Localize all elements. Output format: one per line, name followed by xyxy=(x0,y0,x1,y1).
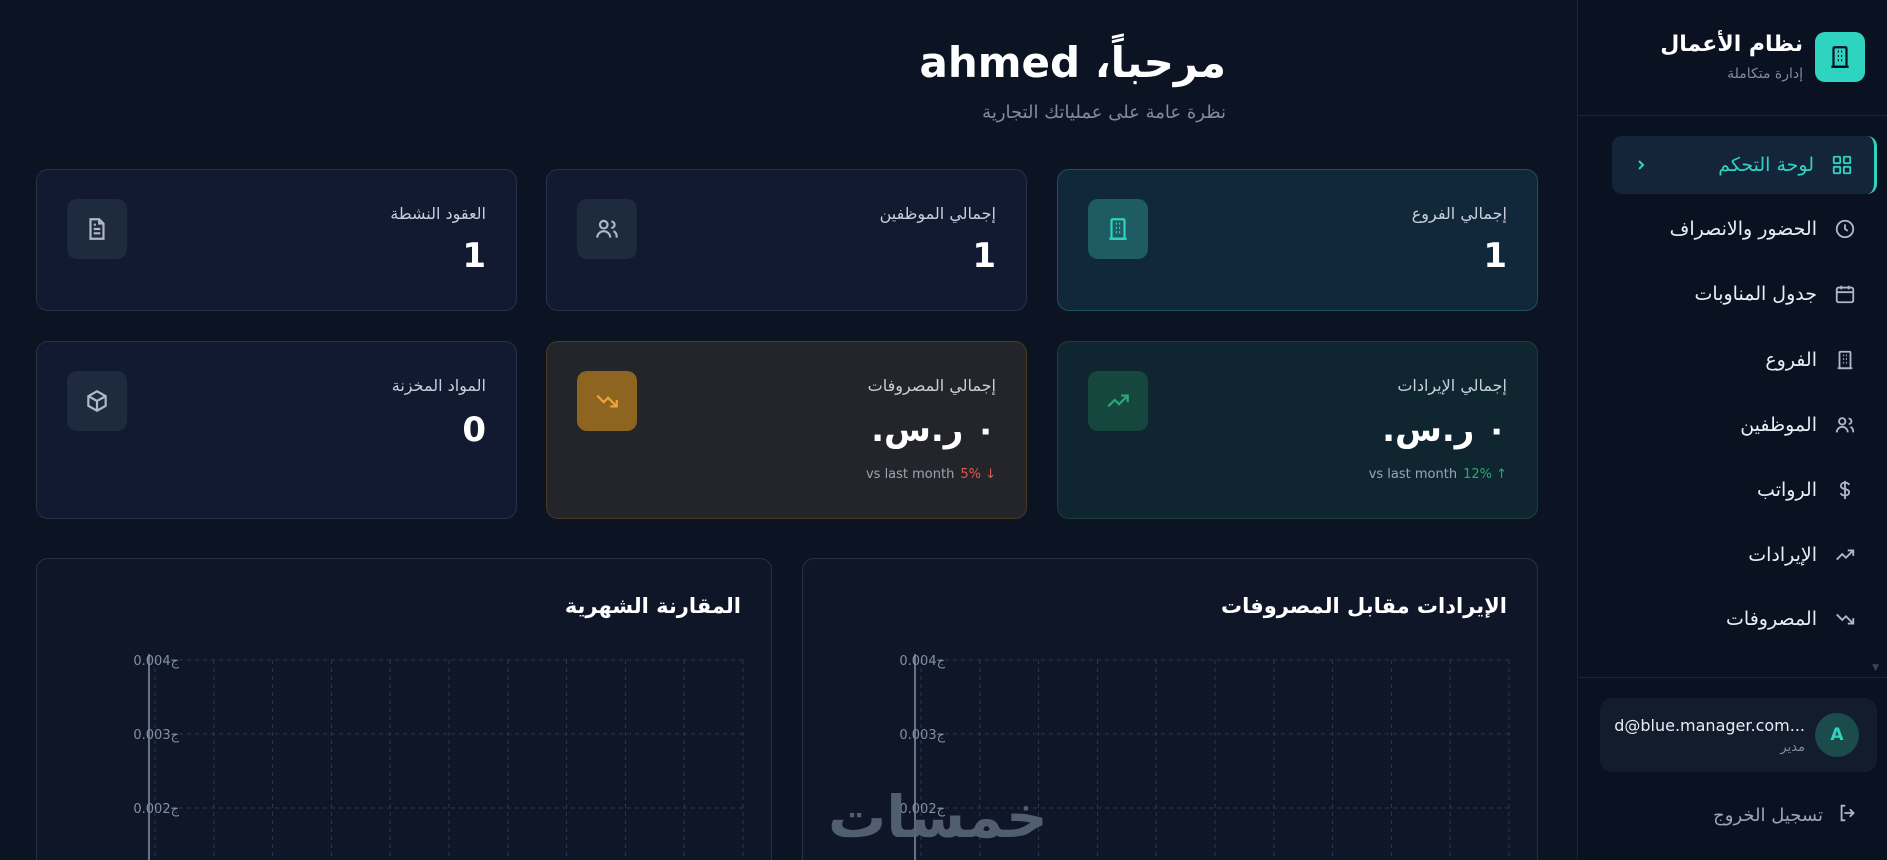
sidebar: نظام الأعمال إدارة متكاملة لوحة التحكم ا… xyxy=(1577,0,1887,860)
trend-text: vs last month xyxy=(865,467,955,482)
stat-card-inventory: المواد المخزنة 0 xyxy=(36,341,517,519)
trend-percent: 5% ↓ xyxy=(960,467,996,482)
trending-down-icon xyxy=(1833,607,1857,631)
stat-label: إجمالي الموظفين xyxy=(879,204,996,223)
y-tick-label: 0.002ج xyxy=(133,802,179,817)
trending-up-icon xyxy=(1833,543,1857,567)
logout-button[interactable]: تسجيل الخروج xyxy=(1713,802,1859,828)
stat-label: العقود النشطة xyxy=(390,204,486,223)
sidebar-item-label: جدول المناوبات xyxy=(1694,283,1817,305)
users-icon xyxy=(1833,413,1857,437)
chevron-left-icon xyxy=(1634,153,1648,181)
user-email: d@blue.manager.com... xyxy=(1614,716,1805,735)
brand-subtitle: إدارة متكاملة xyxy=(1727,66,1803,82)
monthly-comparison-chart: 0.004ج 0.003ج 0.002ج xyxy=(133,654,744,860)
y-tick-label: 0.003ج xyxy=(899,728,945,743)
trend-text: vs last month xyxy=(1368,467,1458,482)
sidebar-item-employees[interactable]: الموظفين xyxy=(1612,396,1877,454)
scroll-down-arrow-icon[interactable]: ▼ xyxy=(1872,663,1879,673)
dashboard-icon xyxy=(1830,153,1854,177)
sidebar-item-attendance[interactable]: الحضور والانصراف xyxy=(1612,200,1877,258)
stat-card-branches: إجمالي الفروع 1 xyxy=(1057,169,1538,311)
stat-card-contracts: العقود النشطة 1 xyxy=(36,169,517,311)
box-icon xyxy=(67,371,127,431)
logout-label: تسجيل الخروج xyxy=(1713,804,1823,826)
stat-label: إجمالي المصروفات xyxy=(867,376,996,395)
trend-indicator: vs last month 12% ↑ xyxy=(1369,467,1507,482)
user-profile-card[interactable]: A d@blue.manager.com... مدير xyxy=(1600,698,1877,772)
clock-icon xyxy=(1833,217,1857,241)
users-icon xyxy=(577,199,637,259)
sidebar-item-branches[interactable]: الفروع xyxy=(1612,331,1877,389)
stat-value: 1 xyxy=(1483,236,1507,276)
stat-card-expenses: إجمالي المصروفات ٠ ر.س. vs last month 5%… xyxy=(546,341,1027,519)
stat-card-income: إجمالي الإيرادات ٠ ر.س. vs last month 12… xyxy=(1057,341,1538,519)
stat-value: 1 xyxy=(972,236,996,276)
sidebar-item-income[interactable]: الإيرادات xyxy=(1612,526,1877,584)
sidebar-item-label: الفروع xyxy=(1765,349,1817,371)
trend-indicator: vs last month 5% ↓ xyxy=(866,467,996,482)
stat-value: 0 xyxy=(462,410,486,450)
calendar-icon xyxy=(1833,282,1857,306)
dollar-icon xyxy=(1833,478,1857,502)
sidebar-item-dashboard[interactable]: لوحة التحكم xyxy=(1612,136,1877,194)
stat-card-employees: إجمالي الموظفين 1 xyxy=(546,169,1027,311)
stat-value: ٠ ر.س. xyxy=(871,410,996,450)
page-title: مرحباً، ahmed xyxy=(919,38,1226,87)
stat-label: إجمالي الإيرادات xyxy=(1397,376,1507,395)
building-icon xyxy=(1088,199,1148,259)
stat-value: 1 xyxy=(462,236,486,276)
trending-up-icon xyxy=(1088,371,1148,431)
sidebar-item-label: لوحة التحكم xyxy=(1718,154,1814,176)
main-content: مرحباً، ahmed نظرة عامة على عملياتك التج… xyxy=(0,0,1577,860)
stat-label: إجمالي الفروع xyxy=(1411,204,1507,223)
logout-icon xyxy=(1837,802,1859,828)
brand-title: نظام الأعمال xyxy=(1660,32,1803,57)
y-tick-label: 0.004ج xyxy=(899,654,945,669)
stat-label: المواد المخزنة xyxy=(391,376,486,395)
y-tick-label: 0.003ج xyxy=(133,728,179,743)
sidebar-item-salaries[interactable]: الرواتب xyxy=(1612,461,1877,519)
page-subtitle: نظرة عامة على عملياتك التجارية xyxy=(982,102,1226,123)
building-icon xyxy=(1815,32,1865,82)
divider xyxy=(1578,677,1887,678)
sidebar-item-shifts[interactable]: جدول المناوبات xyxy=(1612,265,1877,323)
sidebar-item-label: الإيرادات xyxy=(1748,544,1817,566)
y-tick-label: 0.004ج xyxy=(133,654,179,669)
building-icon xyxy=(1833,348,1857,372)
sidebar-item-label: الرواتب xyxy=(1757,479,1817,501)
sidebar-item-label: الحضور والانصراف xyxy=(1669,218,1817,240)
trend-percent: 12% ↑ xyxy=(1463,467,1507,482)
stat-value: ٠ ر.س. xyxy=(1382,410,1507,450)
trending-down-icon xyxy=(577,371,637,431)
avatar: A xyxy=(1815,713,1859,757)
chart-card-monthly-comparison: المقارنة الشهرية 0.004ج 0.003ج 0.002ج xyxy=(36,558,772,860)
watermark-logo: خمسات xyxy=(828,783,1048,851)
document-icon xyxy=(67,199,127,259)
user-role: مدير xyxy=(1780,740,1805,755)
sidebar-item-label: الموظفين xyxy=(1740,414,1817,436)
sidebar-item-expenses[interactable]: المصروفات xyxy=(1612,590,1877,648)
sidebar-item-label: المصروفات xyxy=(1726,608,1817,630)
divider xyxy=(1578,115,1887,116)
